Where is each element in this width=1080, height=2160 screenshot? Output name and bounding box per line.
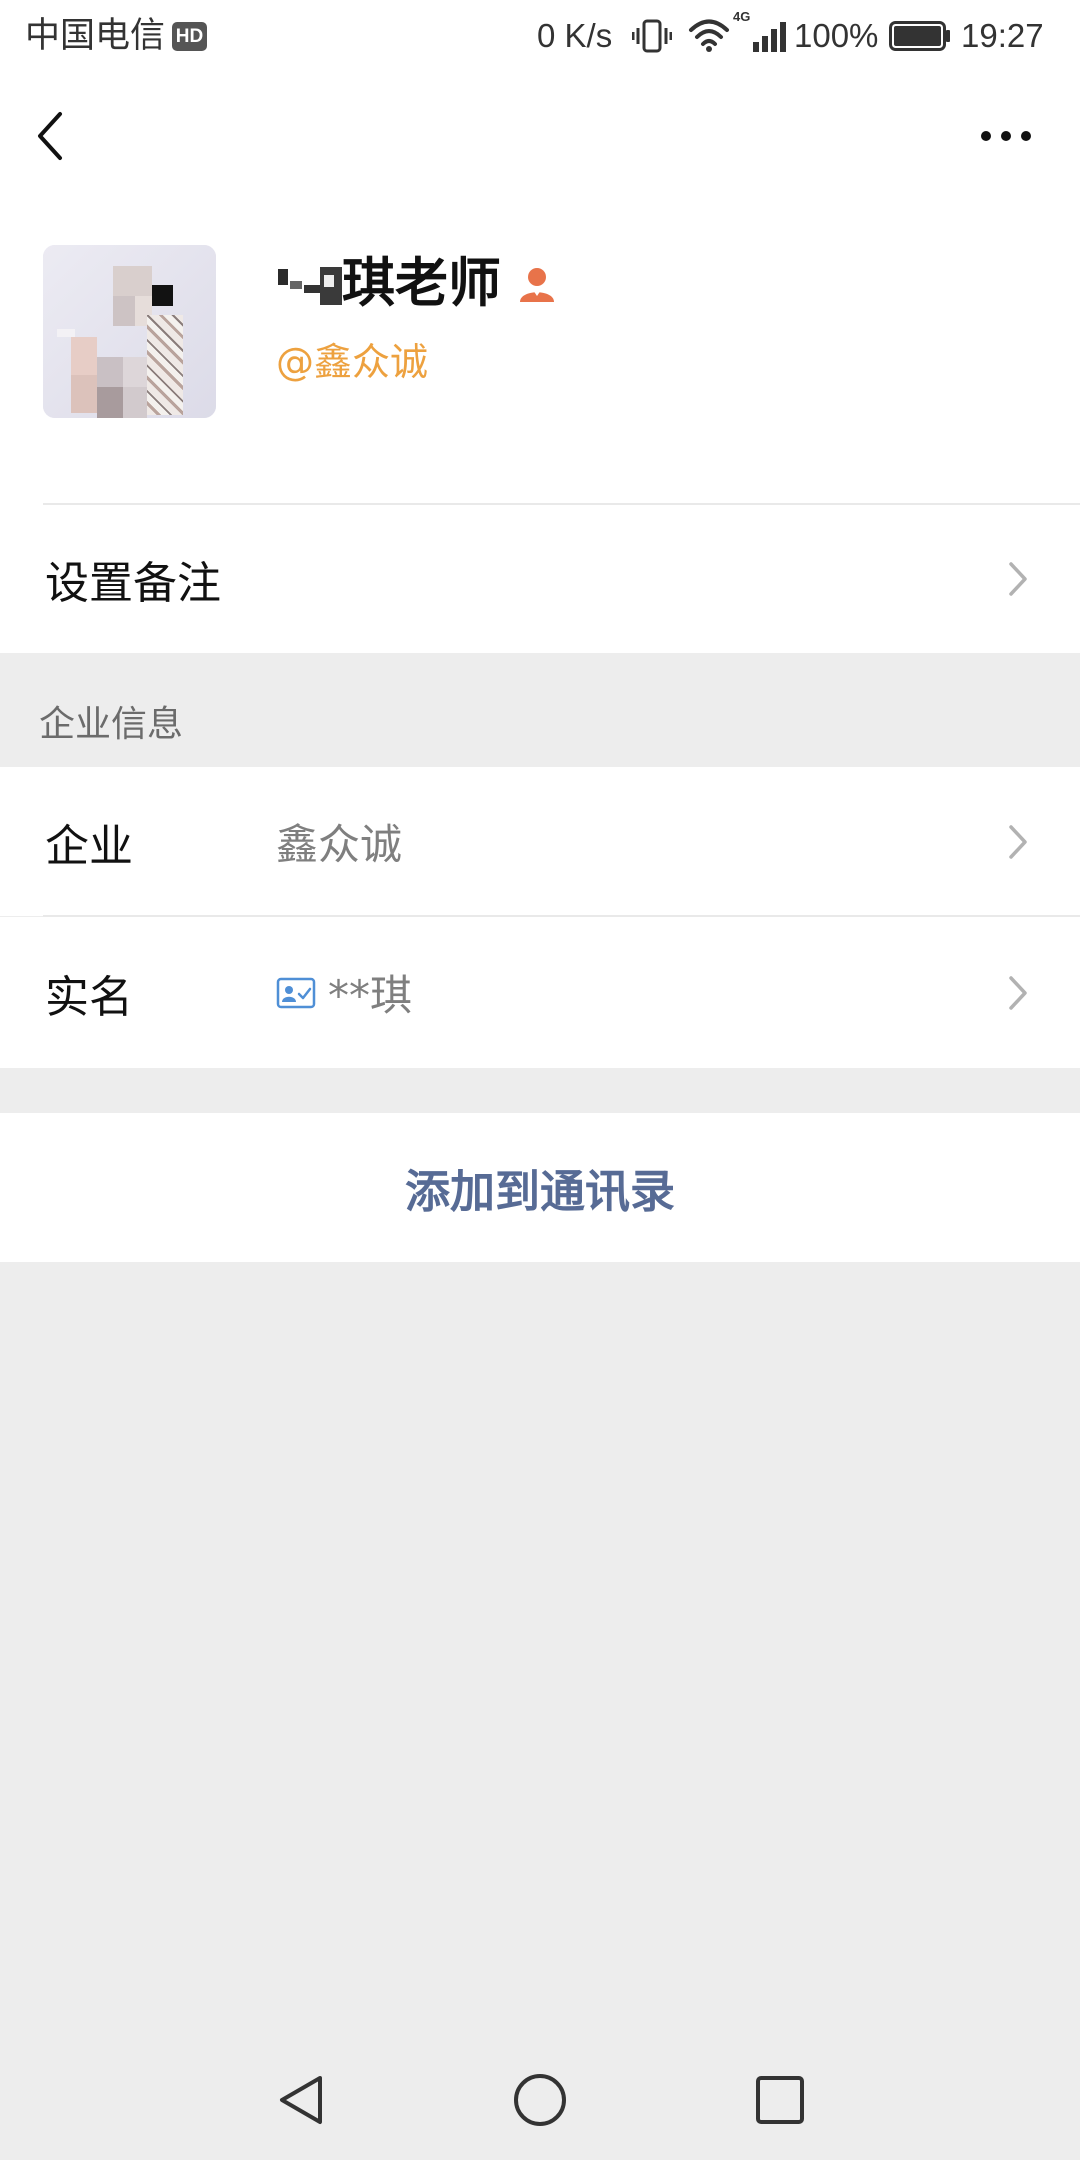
avatar-mosaic-block [71,337,97,375]
company-label: 企业 [45,820,133,872]
nav-home-circle-icon [514,2074,566,2126]
chevron-left-icon [38,112,62,160]
section-title-enterprise-info: 企业信息 [39,704,184,745]
more-horizontal-icon [981,131,1031,141]
avatar-mosaic-block [57,329,75,337]
name-redaction-mosaic [276,261,342,307]
add-to-contacts-button[interactable]: 添加到通讯录 [0,1113,1080,1262]
chevron-right-icon [1009,975,1027,1010]
company-value: 鑫众诚 [276,820,403,869]
profile-name: 琪老师 [342,253,501,314]
hd-badge: HD [172,22,207,51]
avatar-mosaic-block [97,387,123,418]
id-card-verified-icon [276,977,316,1008]
person-icon [520,268,554,302]
nav-recents-button[interactable] [752,2072,808,2128]
profile-handle: @鑫众诚 [276,340,429,384]
name-mosaic-block [304,285,320,293]
avatar-mosaic-block [113,266,152,296]
avatar[interactable] [43,245,216,418]
set-remark-label: 设置备注 [45,558,221,609]
real-name-value-group: **琪 [276,917,412,1068]
clock-time: 19:27 [961,17,1044,54]
real-name-label: 实名 [45,971,133,1023]
add-to-contacts-label: 添加到通讯录 [404,1165,675,1218]
signal-bars-icon [753,22,786,52]
nav-back-button[interactable] [272,2070,328,2130]
name-mosaic-block [290,281,302,289]
set-remark-row[interactable]: 设置备注 [0,505,1080,653]
chevron-right-icon [1009,562,1027,596]
avatar-mosaic-block [123,357,147,387]
name-mosaic-block [278,269,288,285]
wifi-icon [689,19,729,52]
back-button[interactable] [28,106,76,166]
company-row[interactable]: 企业 鑫众诚 [0,767,1080,916]
more-options-button[interactable] [972,118,1040,154]
profile-name-line: 琪老师 [276,252,557,316]
chevron-right-icon [1009,824,1027,859]
carrier-name: 中国电信 [25,16,166,56]
avatar-mosaic-block [152,285,173,306]
battery-percentage: 100% [794,17,879,54]
avatar-mosaic-block [147,315,183,415]
battery-full-icon [889,21,950,51]
avatar-mosaic-block [113,296,135,326]
nav-back-triangle-icon [280,2076,322,2124]
avatar-mosaic-block [123,387,147,418]
real-name-row[interactable]: 实名 **琪 [0,917,1080,1068]
avatar-mosaic-block [71,375,97,413]
avatar-mosaic-block [97,357,123,387]
network-speed: 0 K/s [537,17,613,54]
nav-recents-square-icon [756,2076,804,2124]
nav-home-button[interactable] [510,2070,570,2130]
real-name-value: **琪 [328,971,413,1020]
vibrate-icon [632,19,672,53]
name-mosaic-block [324,275,334,287]
